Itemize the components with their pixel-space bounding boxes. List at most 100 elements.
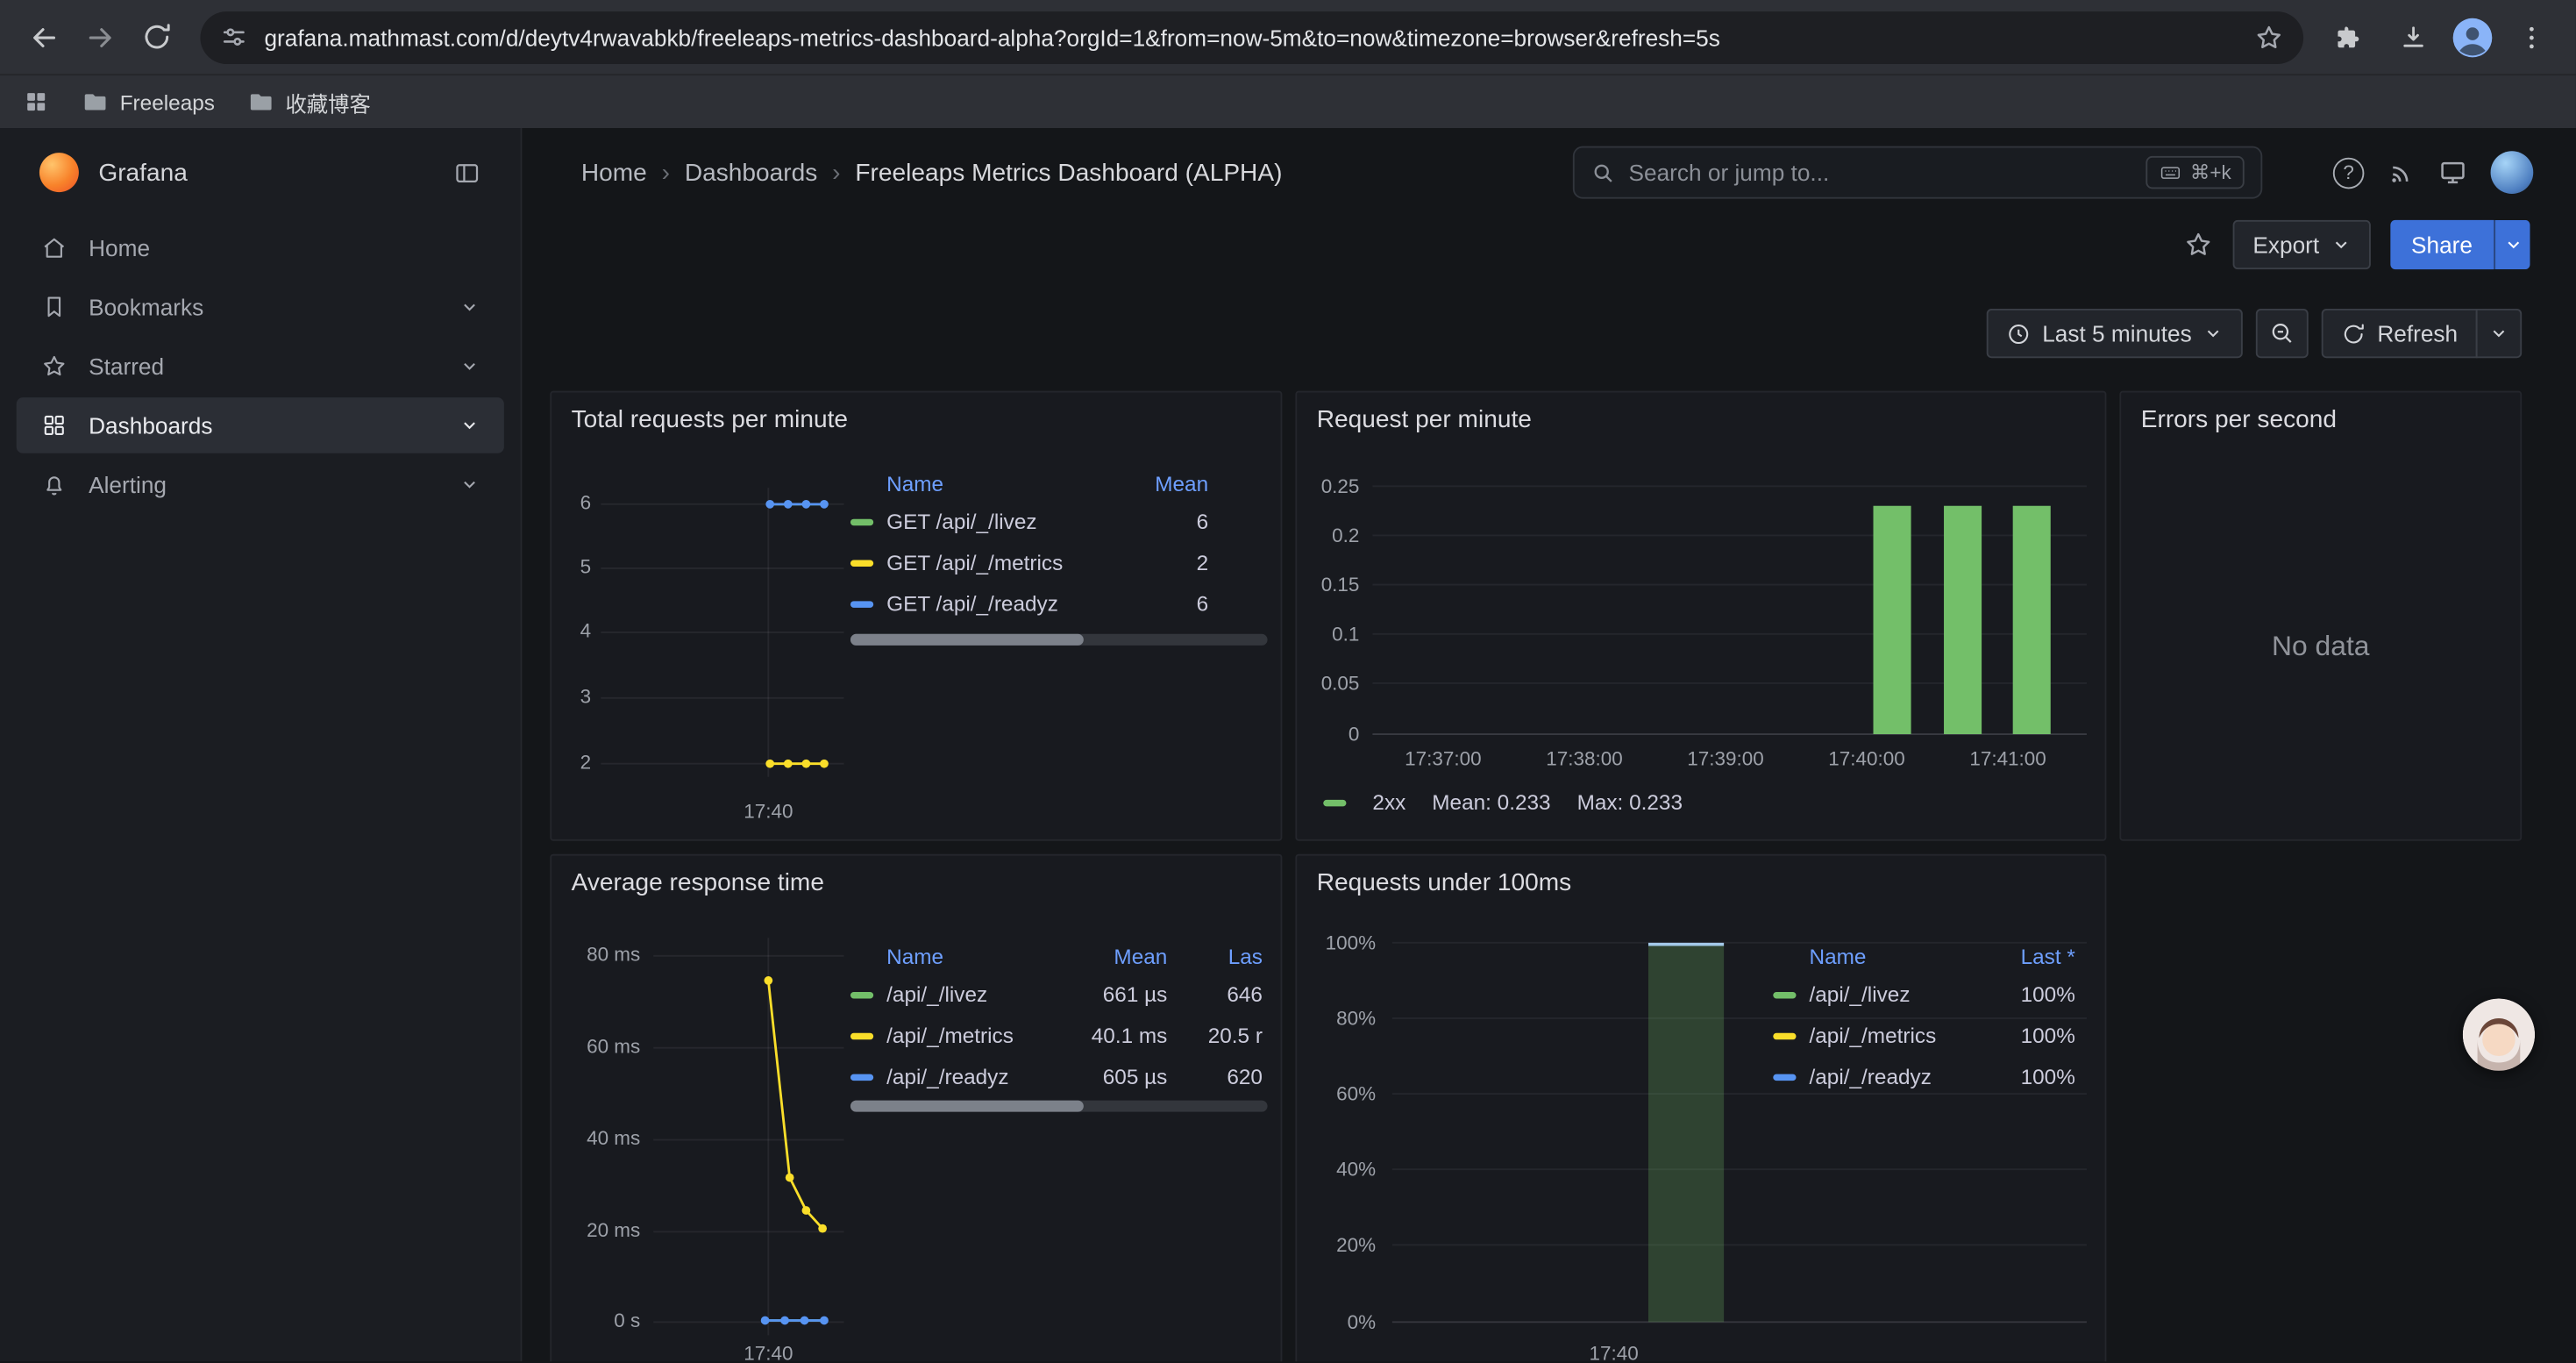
apps-grid-icon[interactable] — [23, 89, 49, 115]
x-tick: 17:37:00 — [1384, 747, 1503, 770]
panel-title[interactable]: Request per minute — [1317, 406, 1532, 434]
legend-col-name[interactable]: Name — [886, 944, 1082, 968]
bookmark-folder-blogs[interactable]: 收藏博客 — [247, 86, 370, 118]
legend-scrollbar[interactable] — [850, 634, 1268, 646]
address-bar[interactable]: grafana.mathmast.com/d/deytv4rwavabkb/fr… — [200, 11, 2303, 63]
no-data-message: No data — [2121, 631, 2520, 663]
refresh-button[interactable]: Refresh — [2322, 309, 2478, 358]
panel-errors-per-second: Errors per second No data — [2119, 391, 2522, 841]
legend-scrollbar[interactable] — [850, 1101, 1268, 1112]
series-max: Max: 0.233 — [1577, 790, 1683, 815]
browser-profile-avatar[interactable] — [2451, 16, 2494, 59]
breadcrumb-dashboards[interactable]: Dashboards — [685, 159, 817, 187]
series-name[interactable]: /api/_/metrics — [886, 1024, 1082, 1048]
bookmark-folder-freeleaps[interactable]: Freeleaps — [82, 89, 215, 115]
sidebar-item-dashboards[interactable]: Dashboards — [17, 397, 504, 453]
series-last: 100% — [1989, 982, 2074, 1007]
series-last: 20.5 r — [1180, 1024, 1263, 1048]
browser-menu-icon[interactable] — [2504, 9, 2560, 65]
panel-title[interactable]: Average response time — [572, 869, 824, 897]
legend: 2xx Mean: 0.233 Max: 0.233 — [1323, 790, 1683, 815]
time-controls: Last 5 minutes Refresh — [1987, 309, 2523, 358]
brand-title: Grafana — [98, 159, 433, 187]
legend-col-mean[interactable]: Mean — [1142, 470, 1208, 495]
legend-row: /api/_/readyz 100% — [1773, 1056, 2075, 1097]
refresh-interval-caret[interactable] — [2476, 309, 2522, 358]
sidebar-item-alerting[interactable]: Alerting — [17, 457, 504, 513]
share-button[interactable]: Share — [2390, 220, 2494, 269]
dashboards-grid-icon — [41, 412, 68, 439]
series-color-swatch — [850, 991, 873, 997]
rss-icon[interactable] — [2387, 159, 2416, 187]
legend-col-name[interactable]: Name — [886, 470, 1142, 495]
sidebar-item-home[interactable]: Home — [17, 220, 504, 276]
forward-icon[interactable] — [72, 9, 128, 65]
user-avatar[interactable] — [2491, 151, 2534, 194]
help-icon[interactable]: ? — [2333, 157, 2365, 189]
y-tick: 0.05 — [1300, 672, 1359, 695]
bookmark-star-icon[interactable] — [2254, 22, 2284, 52]
request-per-minute-chart — [1297, 393, 2108, 843]
site-settings-icon[interactable] — [220, 23, 248, 51]
sidebar-item-bookmarks[interactable]: Bookmarks — [17, 279, 504, 335]
favorite-star-icon[interactable] — [2184, 230, 2214, 260]
series-name[interactable]: /api/_/metrics — [1809, 1024, 1989, 1048]
series-name[interactable]: GET /api/_/readyz — [886, 591, 1142, 616]
search-bar[interactable]: ⌘+k — [1573, 146, 2262, 199]
y-tick: 2 — [555, 751, 591, 774]
dashboard-actions: Export Share — [2184, 220, 2530, 269]
panel-title[interactable]: Requests under 100ms — [1317, 869, 1571, 897]
legend-row: GET /api/_/readyz 6 — [850, 583, 1208, 624]
keyboard-icon — [2159, 161, 2181, 184]
extensions-icon[interactable] — [2320, 9, 2376, 65]
series-name[interactable]: GET /api/_/livez — [886, 509, 1142, 533]
chevron-down-icon — [459, 297, 479, 317]
bookmarks-bar: Freeleaps 收藏博客 — [0, 74, 2576, 128]
y-tick: 100% — [1300, 931, 1376, 954]
scrollbar-thumb[interactable] — [850, 1101, 1084, 1112]
clock-icon — [2006, 321, 2031, 346]
share-menu-caret[interactable] — [2494, 220, 2530, 269]
time-range-picker[interactable]: Last 5 minutes — [1987, 309, 2243, 358]
monitor-icon[interactable] — [2438, 158, 2468, 188]
reload-icon[interactable] — [128, 9, 184, 65]
assistant-avatar[interactable] — [2463, 998, 2535, 1070]
y-tick: 0 s — [555, 1309, 640, 1331]
back-icon[interactable] — [17, 9, 73, 65]
y-tick: 4 — [555, 619, 591, 642]
series-name[interactable]: /api/_/readyz — [1809, 1064, 1989, 1088]
series-name[interactable]: /api/_/livez — [1809, 982, 1989, 1007]
legend-col-name[interactable]: Name — [1809, 944, 1989, 968]
y-tick: 0.25 — [1300, 475, 1359, 497]
x-tick: 17:40 — [1577, 1342, 1649, 1361]
legend-row: /api/_/livez 100% — [1773, 974, 2075, 1015]
search-input[interactable] — [1629, 160, 2133, 186]
url-text[interactable]: grafana.mathmast.com/d/deytv4rwavabkb/fr… — [264, 24, 2238, 50]
panel-title[interactable]: Errors per second — [2141, 406, 2337, 434]
legend-col-last[interactable]: Last * — [1989, 944, 2074, 968]
legend-row: /api/_/livez 661 µs 646 — [850, 974, 1263, 1015]
legend-col-mean[interactable]: Mean — [1082, 944, 1167, 968]
scrollbar-thumb[interactable] — [850, 634, 1084, 646]
zoom-out-button[interactable] — [2256, 309, 2309, 358]
legend-col-last[interactable]: Las — [1180, 944, 1263, 968]
legend-row: /api/_/metrics 100% — [1773, 1015, 2075, 1056]
grafana-logo[interactable] — [39, 153, 79, 192]
export-button[interactable]: Export — [2233, 220, 2370, 269]
series-name[interactable]: /api/_/readyz — [886, 1064, 1082, 1088]
panel-title[interactable]: Total requests per minute — [572, 406, 848, 434]
y-tick: 0.2 — [1300, 524, 1359, 546]
series-name[interactable]: 2xx — [1372, 790, 1405, 815]
breadcrumb-home[interactable]: Home — [581, 159, 647, 187]
sidebar-item-starred[interactable]: Starred — [17, 339, 504, 395]
folder-icon — [247, 89, 274, 115]
series-color-swatch — [850, 1074, 873, 1080]
series-last: 646 — [1180, 982, 1263, 1007]
download-icon[interactable] — [2386, 9, 2442, 65]
series-name[interactable]: GET /api/_/metrics — [886, 550, 1142, 574]
series-color-swatch — [1323, 799, 1346, 805]
collapse-sidebar-icon[interactable] — [453, 159, 481, 187]
series-name[interactable]: /api/_/livez — [886, 982, 1082, 1007]
x-tick: 17:41:00 — [1949, 747, 2067, 770]
y-tick: 20% — [1300, 1233, 1376, 1256]
